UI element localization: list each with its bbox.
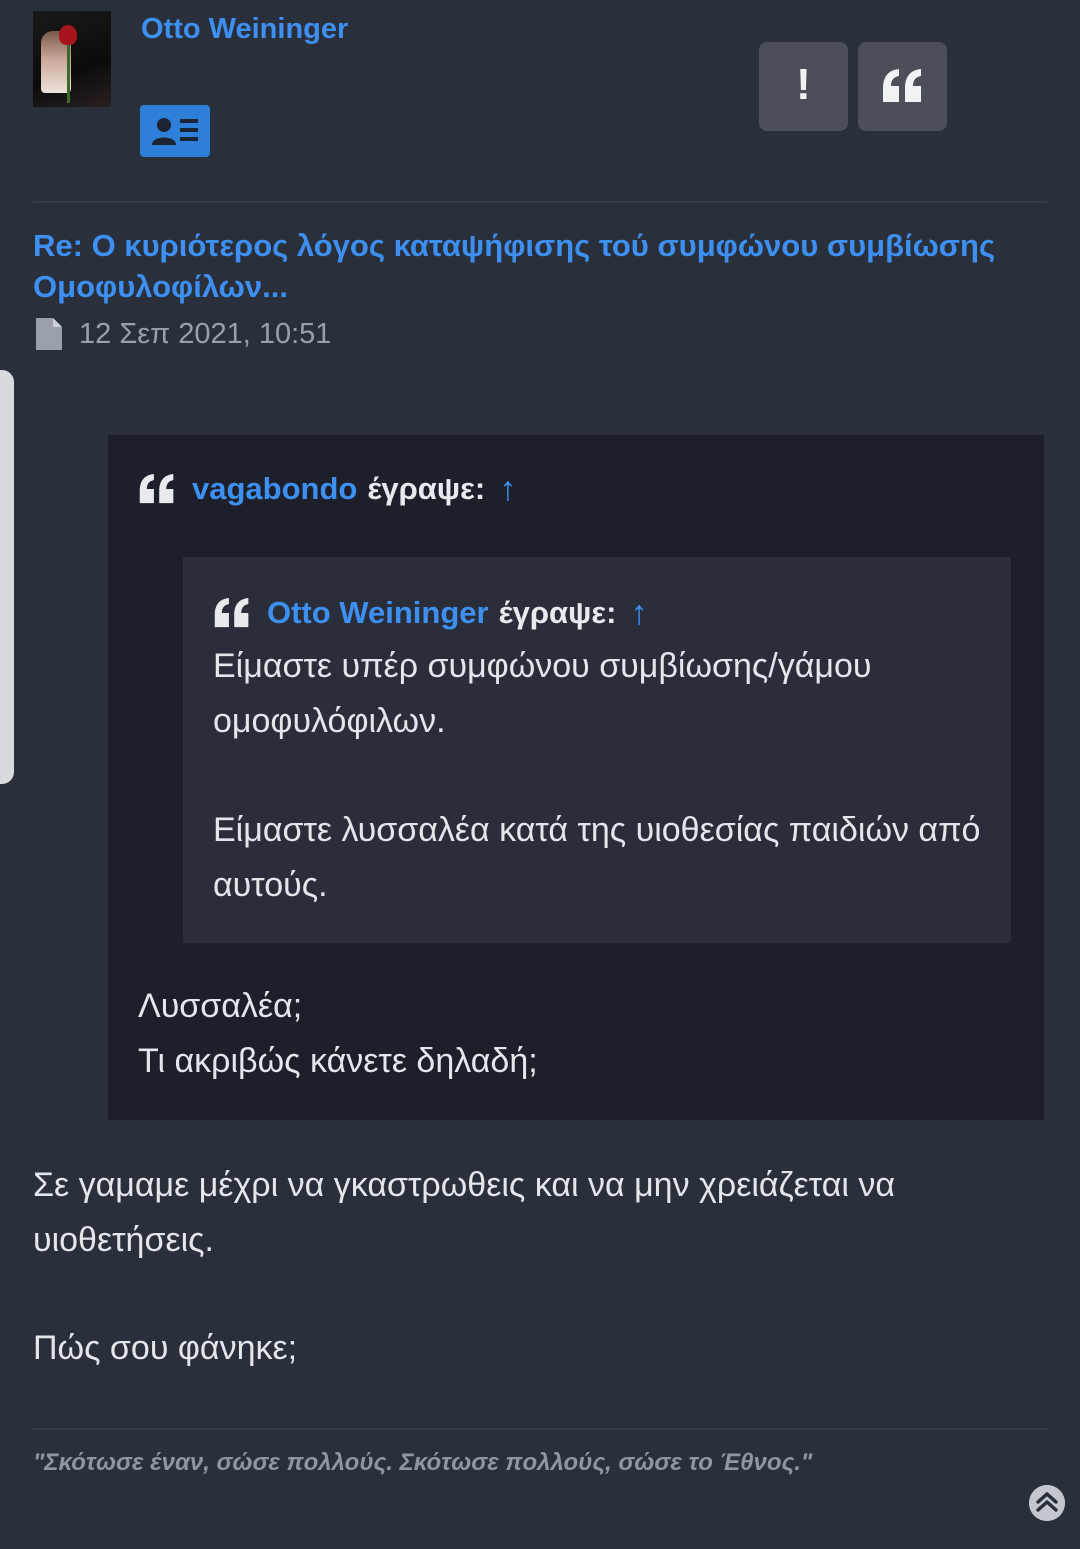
quote-line: Τι ακριβώς κάνετε δηλαδή;: [138, 1042, 538, 1080]
quote-paragraph: Λυσσαλέα; Τι ακριβώς κάνετε δηλαδή;: [138, 979, 1018, 1089]
profile-button[interactable]: [140, 105, 210, 157]
avatar-rose: [59, 25, 77, 45]
quote-header: vagabondo έγραψε: ↑: [138, 469, 516, 509]
post-author-link[interactable]: Otto Weininger: [141, 12, 348, 46]
post-body-paragraph: Σε γαμαμε μέχρι να γκαστρωθεις και να μη…: [33, 1166, 896, 1259]
post-date: 12 Σεπ 2021, 10:51: [79, 317, 332, 350]
nested-quote-source-arrow-icon[interactable]: ↑: [630, 593, 647, 633]
nested-quote-wrote-label: έγραψε:: [498, 595, 617, 630]
quote-icon: [214, 597, 249, 628]
file-icon: [36, 318, 62, 350]
quote-line: Λυσσαλέα;: [138, 987, 303, 1025]
nested-quote-header: Otto Weininger έγραψε: ↑: [213, 593, 647, 633]
forum-post: Otto Weininger ! Re: Ο κυριότερος λόγος …: [0, 0, 1080, 1549]
quote-block: vagabondo έγραψε: ↑ Otto Weininger έγραψ…: [108, 435, 1044, 1120]
post-meta: 12 Σεπ 2021, 10:51: [36, 316, 331, 352]
report-icon: !: [796, 60, 811, 109]
quote-source-arrow-icon[interactable]: ↑: [499, 469, 516, 509]
post-body-paragraph: Πώς σου φάνηκε;: [33, 1329, 298, 1367]
quote-author-link[interactable]: vagabondo: [192, 469, 357, 509]
scroll-to-top-button[interactable]: [1029, 1485, 1065, 1521]
side-scroll-handle[interactable]: [0, 370, 14, 784]
chevron-up-icon: [1029, 1485, 1065, 1521]
avatar[interactable]: [33, 11, 111, 107]
nested-quote-paragraph: Είμαστε υπέρ συμφώνου συμβίωσης/γάμου ομ…: [213, 647, 872, 740]
nested-quote-block: Otto Weininger έγραψε: ↑ Είμαστε υπέρ συ…: [183, 557, 1011, 943]
quote-button[interactable]: [858, 42, 947, 131]
signature: "Σκότωσε έναν, σώσε πολλούς. Σκότωσε πολ…: [33, 1449, 813, 1476]
quote-wrote-label: έγραψε:: [367, 471, 486, 506]
quote-icon: [883, 69, 921, 102]
contact-card-icon: [148, 113, 202, 149]
post-title-link[interactable]: Re: Ο κυριότερος λόγος καταψήφισης τού σ…: [33, 225, 1043, 307]
nested-quote-author-link[interactable]: Otto Weininger: [267, 593, 489, 633]
quote-icon: [139, 473, 174, 504]
avatar-rose-stem: [67, 43, 70, 103]
signature-divider: [33, 1428, 1047, 1430]
header-divider: [33, 201, 1047, 203]
nested-quote-paragraph: Είμαστε λυσσαλέα κατά της υιοθεσίας παιδ…: [213, 811, 981, 904]
report-button[interactable]: !: [759, 42, 848, 131]
